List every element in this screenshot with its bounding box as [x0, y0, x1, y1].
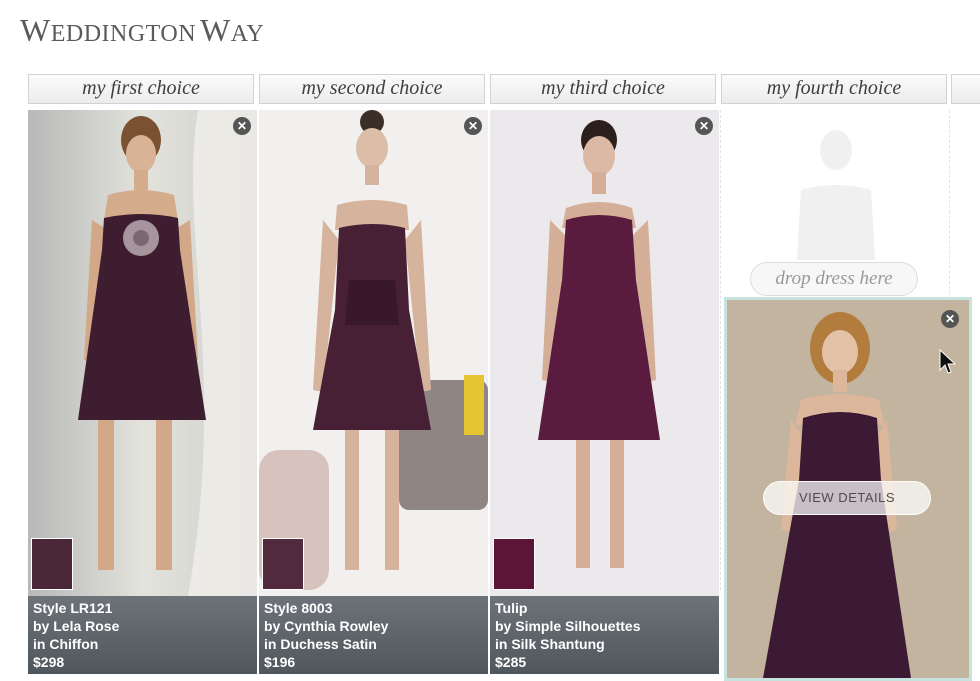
dress-photo[interactable]: [490, 110, 719, 596]
dress-designer: by Lela Rose: [33, 618, 120, 634]
dress-info: Style LR121 by Lela Rose in Chiffon $298: [28, 596, 257, 674]
dress-fabric: in Chiffon: [33, 636, 99, 652]
logo-letter: W: [20, 12, 51, 48]
drop-dress-here-label: drop dress here: [750, 262, 918, 296]
dress-style: Style 8003: [264, 600, 333, 616]
dress-fabric: in Silk Shantung: [495, 636, 605, 652]
dress-price: $298: [33, 654, 65, 670]
fabric-swatch[interactable]: [262, 538, 304, 590]
close-icon[interactable]: ✕: [941, 310, 959, 328]
tab-fourth-choice[interactable]: my fourth choice: [721, 74, 947, 104]
fabric-swatch[interactable]: [31, 538, 73, 590]
dress-card-2[interactable]: ✕ Style 8003 by Cynthia Rowley in Duches…: [259, 110, 488, 674]
dress-fabric: in Duchess Satin: [264, 636, 377, 652]
close-icon[interactable]: ✕: [233, 117, 251, 135]
close-icon[interactable]: ✕: [695, 117, 713, 135]
dress-designer: by Simple Silhouettes: [495, 618, 641, 634]
dress-photo[interactable]: [28, 110, 257, 596]
logo-word: AY: [230, 21, 265, 47]
close-icon[interactable]: ✕: [464, 117, 482, 135]
logo-word: EDDINGTON: [50, 21, 197, 47]
dress-info: Tulip by Simple Silhouettes in Silk Shan…: [490, 596, 719, 674]
dress-info: Style 8003 by Cynthia Rowley in Duchess …: [259, 596, 488, 674]
logo-letter: W: [200, 12, 231, 48]
dress-style: Tulip: [495, 600, 528, 616]
dragged-dress-card[interactable]: ✕ VIEW DETAILS: [724, 297, 972, 681]
ghost-dress-placeholder: [797, 130, 875, 260]
tab-first-choice[interactable]: my first choice: [28, 74, 254, 104]
view-details-button[interactable]: VIEW DETAILS: [763, 481, 931, 515]
dress-card-3[interactable]: ✕ Tulip by Simple Silhouettes in Silk Sh…: [490, 110, 719, 674]
tab-third-choice[interactable]: my third choice: [490, 74, 716, 104]
cursor-arrow-icon: [939, 349, 957, 374]
dress-price: $285: [495, 654, 527, 670]
tab-fifth-choice[interactable]: [951, 74, 980, 104]
dress-photo[interactable]: [259, 110, 488, 596]
dress-card-1[interactable]: ✕ Style LR121 by Lela Rose in Chiffon $2…: [28, 110, 257, 674]
fabric-swatch[interactable]: [493, 538, 535, 590]
site-logo[interactable]: WEDDINGTON WAY: [20, 12, 264, 52]
dress-price: $196: [264, 654, 296, 670]
dress-style: Style LR121: [33, 600, 113, 616]
dress-designer: by Cynthia Rowley: [264, 618, 389, 634]
tab-second-choice[interactable]: my second choice: [259, 74, 485, 104]
